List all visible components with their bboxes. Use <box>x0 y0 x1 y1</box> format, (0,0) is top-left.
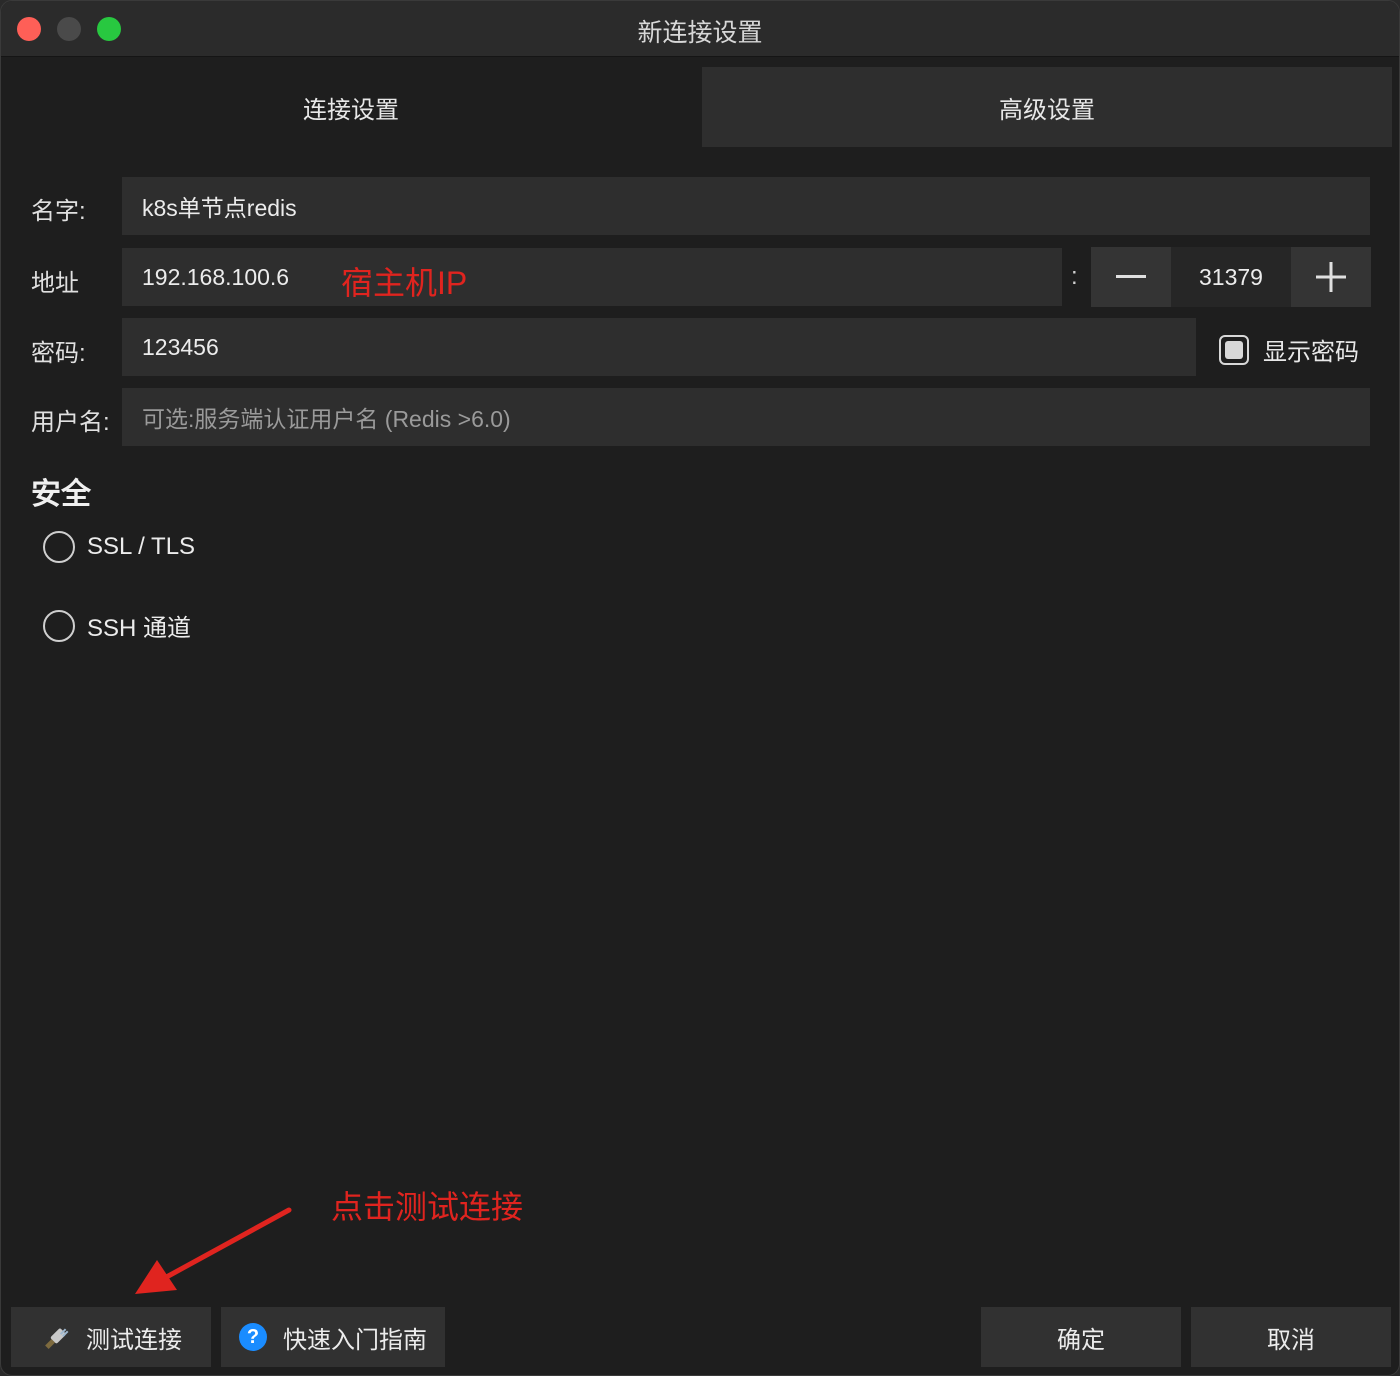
quick-start-guide-button[interactable]: ? 快速入门指南 <box>221 1307 445 1367</box>
plus-icon <box>1316 262 1346 292</box>
plug-icon <box>40 1322 70 1352</box>
tab-label: 高级设置 <box>999 96 1095 124</box>
ssl-tls-option[interactable]: SSL / TLS <box>43 531 195 563</box>
dialog-window: 新连接设置 连接设置 高级设置 名字: k8s单节点redis 地址 192.1… <box>0 0 1400 1376</box>
port-decrement-button[interactable] <box>1091 247 1171 307</box>
title-bar: 新连接设置 <box>1 1 1399 57</box>
show-password-label: 显示密码 <box>1263 339 1359 366</box>
username-input[interactable]: 可选:服务端认证用户名 (Redis >6.0) <box>122 388 1370 446</box>
help-icon: ? <box>239 1323 267 1351</box>
name-label: 名字: <box>31 198 86 225</box>
show-password-checkbox[interactable] <box>1219 334 1249 365</box>
address-value: 192.168.100.6 <box>142 263 290 290</box>
minus-icon <box>1116 275 1146 278</box>
cancel-label: 取消 <box>1267 1326 1315 1354</box>
tab-connection-settings[interactable]: 连接设置 <box>1 67 701 147</box>
ssl-tls-label: SSL / TLS <box>87 533 196 560</box>
host-ip-annotation: 宿主机IP <box>341 265 468 301</box>
tab-advanced-settings[interactable]: 高级设置 <box>702 67 1392 147</box>
name-value: k8s单节点redis <box>142 195 297 221</box>
test-connection-label: 测试连接 <box>86 1326 182 1354</box>
annotation-arrow-icon <box>135 1207 292 1294</box>
port-value: 31379 <box>1199 263 1263 290</box>
ssl-tls-radio[interactable] <box>43 531 75 563</box>
password-label: 密码: <box>31 340 86 367</box>
ssh-tunnel-option[interactable]: SSH 通道 <box>43 608 191 643</box>
show-password-toggle[interactable]: 显示密码 <box>1219 332 1359 367</box>
password-value: 123456 <box>142 333 219 360</box>
checkbox-checked-mark <box>1225 340 1243 359</box>
click-test-annotation: 点击测试连接 <box>331 1189 524 1225</box>
quick-start-guide-label: 快速入门指南 <box>283 1326 427 1354</box>
address-label: 地址 <box>31 270 79 297</box>
ssh-tunnel-radio[interactable] <box>43 609 75 642</box>
test-connection-button[interactable]: 测试连接 <box>11 1307 211 1367</box>
ssh-tunnel-label: SSH 通道 <box>87 615 192 642</box>
port-increment-button[interactable] <box>1291 247 1371 307</box>
port-input[interactable]: 31379 <box>1171 247 1291 307</box>
security-heading: 安全 <box>31 478 91 511</box>
port-stepper: 31379 <box>1091 247 1371 307</box>
ok-label: 确定 <box>1057 1326 1105 1354</box>
name-input[interactable]: k8s单节点redis <box>122 177 1370 235</box>
username-label: 用户名: <box>31 409 110 436</box>
tab-label: 连接设置 <box>303 96 399 124</box>
password-input[interactable]: 123456 <box>122 318 1196 376</box>
cancel-button[interactable]: 取消 <box>1191 1307 1391 1367</box>
ok-button[interactable]: 确定 <box>981 1307 1181 1367</box>
port-separator: : <box>1071 263 1078 290</box>
window-title: 新连接设置 <box>637 19 763 47</box>
username-placeholder: 可选:服务端认证用户名 (Redis >6.0) <box>142 406 511 432</box>
address-input[interactable]: 192.168.100.6 <box>122 248 1062 306</box>
